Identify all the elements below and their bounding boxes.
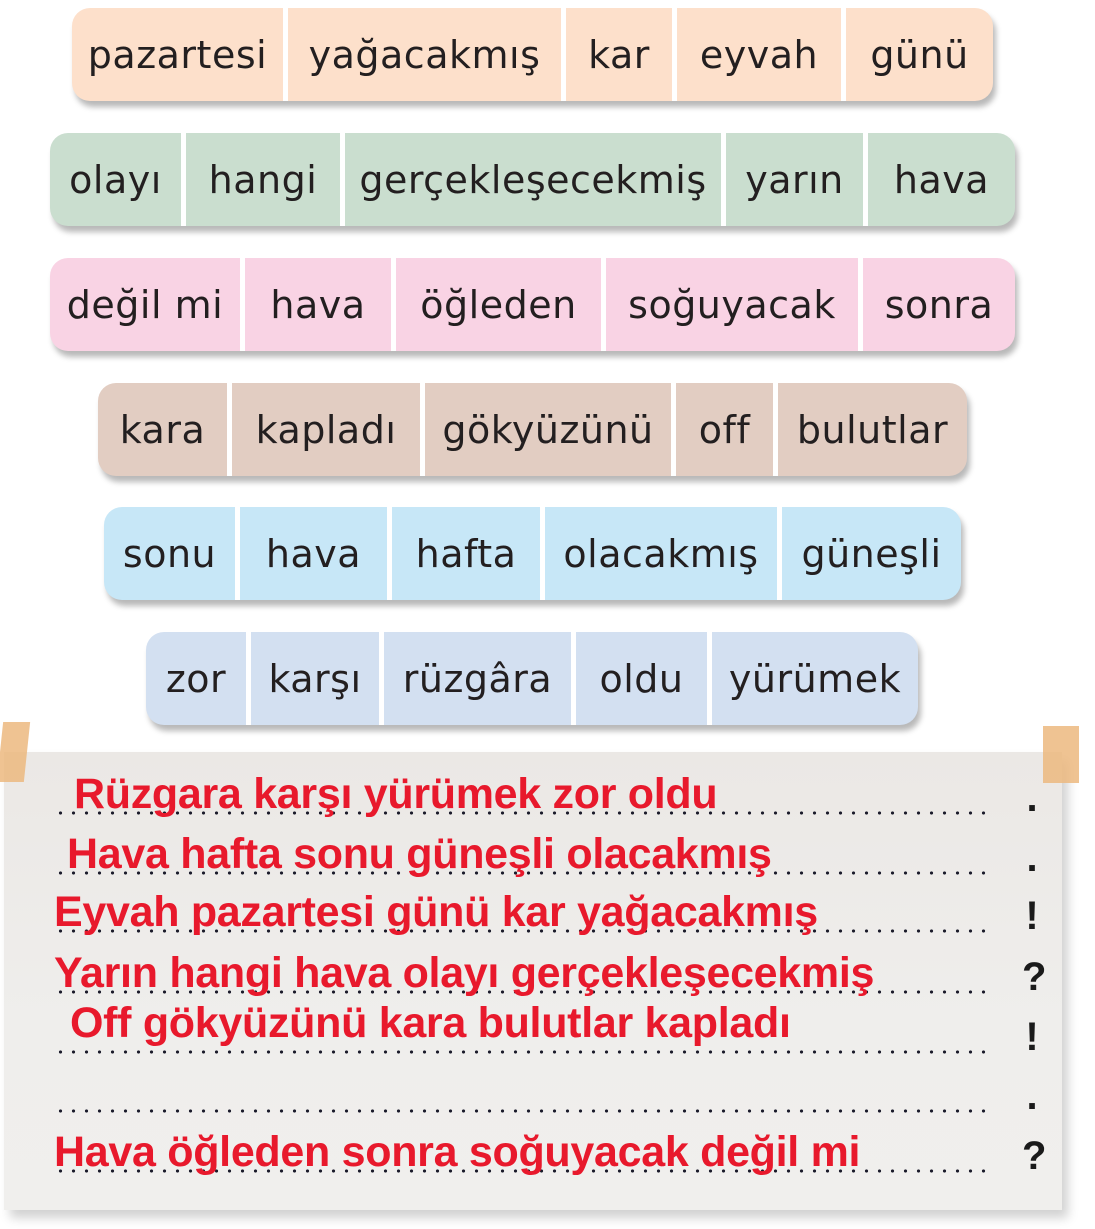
word-card[interactable]: olayı [50,133,186,226]
word-card[interactable]: bulutlar [778,383,967,476]
answer-line-7[interactable]: Hava öğleden sonra soğuyacak değil mi ? [54,1113,1054,1178]
answer-text: Rüzgara karşı yürümek zor oldu [74,770,718,818]
word-card[interactable]: değil mi [50,258,245,351]
answer-text: Hava hafta sonu güneşli olacakmış [67,830,772,878]
word-card[interactable]: hava [868,133,1015,226]
punctuation-mark: ? [1022,1134,1047,1178]
word-card[interactable]: sonra [863,258,1015,351]
word-card[interactable]: kar [566,8,677,101]
word-card[interactable]: hava [245,258,396,351]
answer-text: Hava öğleden sonra soğuyacak değil mi [54,1128,861,1176]
word-card[interactable]: hangi [186,133,345,226]
word-card[interactable]: eyvah [677,8,846,101]
answer-text: Eyvah pazartesi günü kar yağacakmış [54,888,818,936]
answer-text: Off gökyüzünü kara bulutlar kapladı [70,999,791,1047]
word-card[interactable]: rüzgâra [384,632,576,725]
word-card[interactable]: olacakmış [545,507,782,600]
word-card[interactable]: karşı [251,632,384,725]
word-card[interactable]: soğuyacak [606,258,863,351]
answer-text: Yarın hangi hava olayı gerçekleşecekmiş [54,949,875,997]
word-card[interactable]: hafta [392,507,545,600]
word-card[interactable]: pazartesi [72,8,288,101]
word-card[interactable]: yürümek [712,632,918,725]
word-card[interactable]: sonu [104,507,240,600]
word-row-1: pazartesi yağacakmış kar eyvah günü [72,8,993,101]
word-card[interactable]: gerçekleşecekmiş [345,133,726,226]
answer-line-6[interactable]: . [54,1053,1054,1118]
word-row-4: kara kapladı gökyüzünü off bulutlar [98,383,967,476]
answer-line-1[interactable]: Rüzgara karşı yürümek zor oldu . [54,755,1054,820]
word-card[interactable]: gökyüzünü [425,383,676,476]
word-card[interactable]: off [676,383,778,476]
answer-line-4[interactable]: Yarın hangi hava olayı gerçekleşecekmiş … [54,934,1054,999]
word-row-5: sonu hava hafta olacakmış güneşli [104,507,961,600]
answer-line-2[interactable]: Hava hafta sonu güneşli olacakmış . [54,815,1054,880]
word-card[interactable]: öğleden [396,258,606,351]
word-card[interactable]: güneşli [782,507,961,600]
answer-line-5[interactable]: Off gökyüzünü kara bulutlar kapladı ! [54,994,1054,1059]
word-card[interactable]: kara [98,383,232,476]
word-card[interactable]: zor [146,632,251,725]
answer-line-3[interactable]: Eyvah pazartesi günü kar yağacakmış ! [54,873,1054,938]
word-row-3: değil mi hava öğleden soğuyacak sonra [50,258,1015,351]
word-card[interactable]: oldu [576,632,712,725]
word-row-6: zor karşı rüzgâra oldu yürümek [146,632,918,725]
word-card[interactable]: hava [240,507,392,600]
word-card[interactable]: kapladı [232,383,425,476]
word-card[interactable]: günü [846,8,993,101]
word-row-2: olayı hangi gerçekleşecekmiş yarın hava [50,133,1015,226]
word-card[interactable]: yarın [726,133,868,226]
word-card[interactable]: yağacakmış [288,8,566,101]
punctuation-mark: ! [1025,894,1039,938]
